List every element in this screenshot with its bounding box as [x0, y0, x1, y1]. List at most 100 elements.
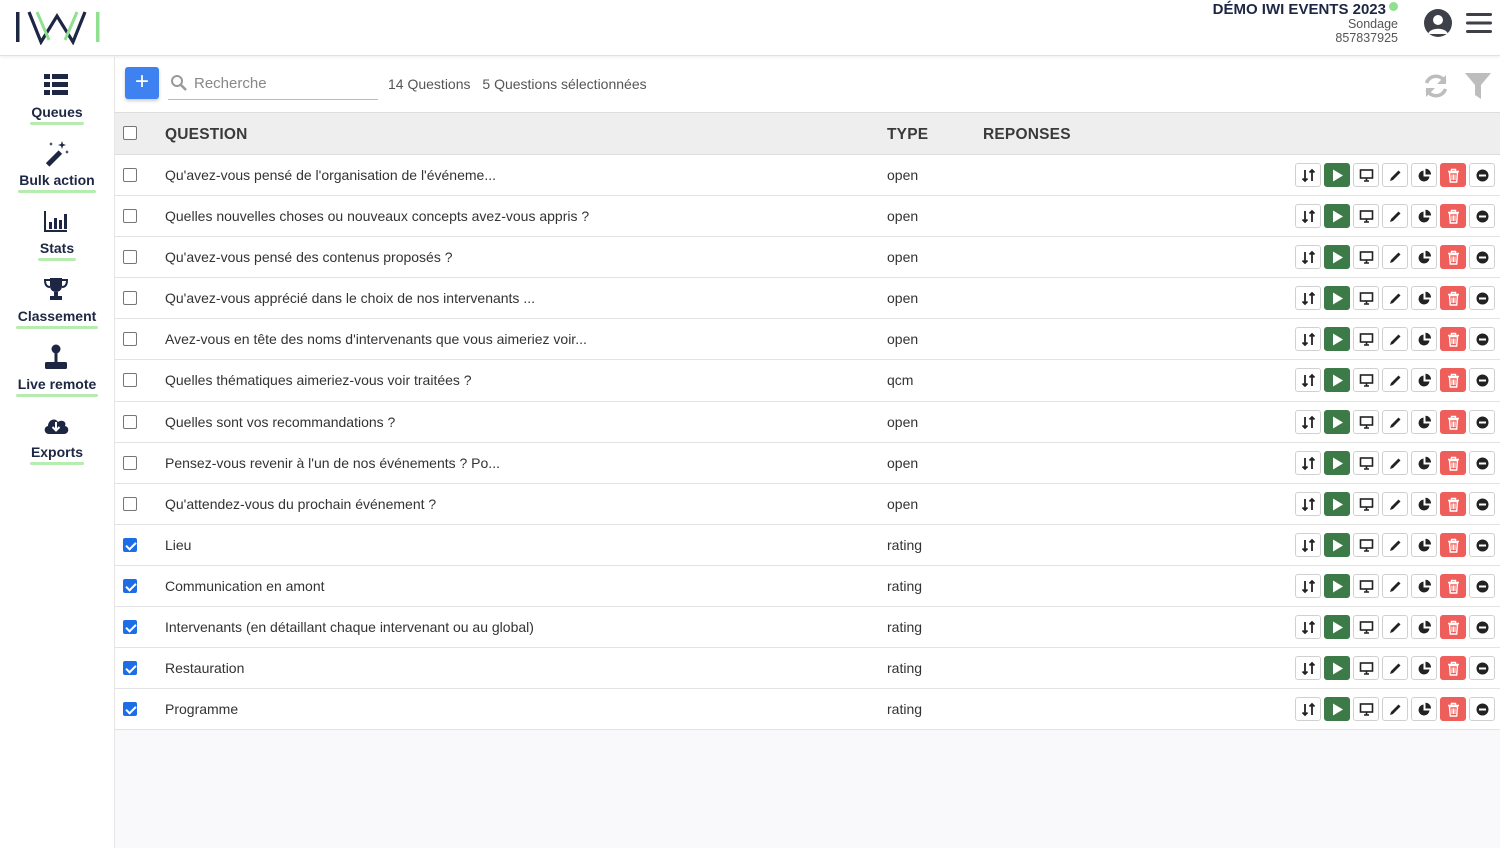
reorder-button[interactable]: [1295, 491, 1321, 516]
delete-button[interactable]: [1440, 204, 1466, 229]
display-button[interactable]: [1353, 163, 1379, 187]
edit-button[interactable]: [1382, 409, 1408, 434]
edit-button[interactable]: [1382, 245, 1408, 270]
delete-button[interactable]: [1440, 163, 1466, 187]
reorder-button[interactable]: [1295, 615, 1321, 640]
display-button[interactable]: [1353, 327, 1379, 352]
reorder-button[interactable]: [1295, 368, 1321, 393]
delete-button[interactable]: [1440, 573, 1466, 598]
display-button[interactable]: [1353, 491, 1379, 516]
disable-button[interactable]: [1469, 450, 1495, 475]
display-button[interactable]: [1353, 368, 1379, 393]
row-checkbox[interactable]: [123, 291, 137, 306]
results-button[interactable]: [1411, 450, 1437, 475]
sidebar-item-live-remote[interactable]: Live remote: [0, 343, 114, 407]
display-button[interactable]: [1353, 532, 1379, 557]
delete-button[interactable]: [1440, 491, 1466, 516]
results-button[interactable]: [1411, 204, 1437, 229]
row-checkbox[interactable]: [123, 661, 137, 676]
display-button[interactable]: [1353, 204, 1379, 229]
row-checkbox[interactable]: [123, 578, 137, 593]
row-checkbox[interactable]: [123, 168, 137, 182]
disable-button[interactable]: [1469, 368, 1495, 393]
row-checkbox[interactable]: [123, 373, 137, 388]
table-row[interactable]: Qu'avez-vous pensé de l'organisation de …: [115, 155, 1500, 197]
edit-button[interactable]: [1382, 327, 1408, 352]
row-checkbox[interactable]: [123, 702, 137, 717]
column-header-type[interactable]: TYPE: [887, 126, 928, 144]
results-button[interactable]: [1411, 656, 1437, 681]
reorder-button[interactable]: [1295, 286, 1321, 311]
results-button[interactable]: [1411, 573, 1437, 598]
display-button[interactable]: [1353, 409, 1379, 434]
sidebar-item-queues[interactable]: Queues: [0, 71, 114, 135]
table-row[interactable]: Quelles thématiques aimeriez-vous voir t…: [115, 360, 1500, 402]
play-button[interactable]: [1324, 615, 1350, 640]
results-button[interactable]: [1411, 491, 1437, 516]
edit-button[interactable]: [1382, 615, 1408, 640]
table-row[interactable]: Restauration rating: [115, 648, 1500, 690]
play-button[interactable]: [1324, 163, 1350, 187]
edit-button[interactable]: [1382, 532, 1408, 557]
table-row[interactable]: Quelles sont vos recommandations ? open: [115, 402, 1500, 443]
disable-button[interactable]: [1469, 532, 1495, 557]
reorder-button[interactable]: [1295, 327, 1321, 352]
edit-button[interactable]: [1382, 204, 1408, 229]
edit-button[interactable]: [1382, 491, 1408, 516]
reorder-button[interactable]: [1295, 204, 1321, 229]
results-button[interactable]: [1411, 245, 1437, 270]
delete-button[interactable]: [1440, 368, 1466, 393]
play-button[interactable]: [1324, 656, 1350, 681]
disable-button[interactable]: [1469, 204, 1495, 229]
row-checkbox[interactable]: [123, 250, 137, 265]
refresh-icon[interactable]: [1421, 71, 1451, 101]
table-row[interactable]: Qu'avez-vous pensé des contenus proposés…: [115, 237, 1500, 279]
reorder-button[interactable]: [1295, 532, 1321, 557]
delete-button[interactable]: [1440, 532, 1466, 557]
play-button[interactable]: [1324, 286, 1350, 311]
filter-icon[interactable]: [1463, 71, 1493, 101]
table-row[interactable]: Pensez-vous revenir à l'un de nos événem…: [115, 443, 1500, 484]
table-row[interactable]: Lieu rating: [115, 525, 1500, 566]
delete-button[interactable]: [1440, 327, 1466, 352]
search-input[interactable]: [194, 71, 374, 95]
delete-button[interactable]: [1440, 615, 1466, 640]
disable-button[interactable]: [1469, 409, 1495, 434]
results-button[interactable]: [1411, 697, 1437, 722]
disable-button[interactable]: [1469, 491, 1495, 516]
row-checkbox[interactable]: [123, 209, 137, 224]
results-button[interactable]: [1411, 327, 1437, 352]
edit-button[interactable]: [1382, 163, 1408, 187]
reorder-button[interactable]: [1295, 697, 1321, 722]
row-checkbox[interactable]: [123, 496, 137, 511]
column-header-responses[interactable]: REPONSES: [983, 126, 1071, 144]
reorder-button[interactable]: [1295, 245, 1321, 270]
display-button[interactable]: [1353, 573, 1379, 598]
iwi-logo[interactable]: [14, 9, 102, 45]
disable-button[interactable]: [1469, 286, 1495, 311]
play-button[interactable]: [1324, 532, 1350, 557]
table-row[interactable]: Qu'attendez-vous du prochain événement ?…: [115, 484, 1500, 525]
reorder-button[interactable]: [1295, 163, 1321, 187]
disable-button[interactable]: [1469, 327, 1495, 352]
table-row[interactable]: Quelles nouvelles choses ou nouveaux con…: [115, 196, 1500, 238]
add-question-button[interactable]: +: [125, 67, 159, 99]
reorder-button[interactable]: [1295, 409, 1321, 434]
play-button[interactable]: [1324, 245, 1350, 270]
play-button[interactable]: [1324, 327, 1350, 352]
row-checkbox[interactable]: [123, 455, 137, 470]
reorder-button[interactable]: [1295, 450, 1321, 475]
delete-button[interactable]: [1440, 697, 1466, 722]
edit-button[interactable]: [1382, 286, 1408, 311]
disable-button[interactable]: [1469, 615, 1495, 640]
results-button[interactable]: [1411, 368, 1437, 393]
row-checkbox[interactable]: [123, 620, 137, 635]
user-avatar-icon[interactable]: [1424, 9, 1452, 37]
results-button[interactable]: [1411, 615, 1437, 640]
results-button[interactable]: [1411, 163, 1437, 187]
display-button[interactable]: [1353, 697, 1379, 722]
reorder-button[interactable]: [1295, 656, 1321, 681]
display-button[interactable]: [1353, 450, 1379, 475]
row-checkbox[interactable]: [123, 537, 137, 552]
delete-button[interactable]: [1440, 656, 1466, 681]
